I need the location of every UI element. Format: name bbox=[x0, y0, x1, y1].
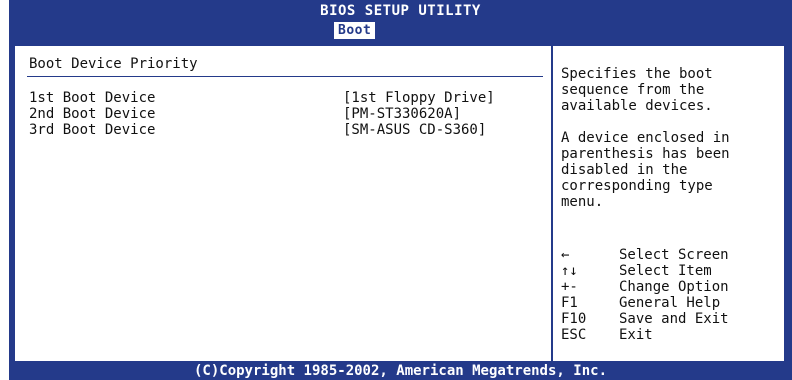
key-action: Save and Exit bbox=[619, 311, 729, 327]
key-select-item: ↑↓ Select Item bbox=[561, 263, 781, 279]
key-exit: ESC Exit bbox=[561, 327, 781, 343]
boot-device-label: 3rd Boot Device bbox=[29, 122, 156, 138]
main-panel: Boot Device Priority 1st Boot Device [1s… bbox=[13, 44, 786, 363]
key-action: Select Item bbox=[619, 263, 712, 279]
section-divider bbox=[27, 76, 543, 77]
key-label: F10 bbox=[561, 311, 587, 327]
boot-device-label: 2nd Boot Device bbox=[29, 106, 156, 122]
key-change-option: +- Change Option bbox=[561, 279, 781, 295]
section-title: Boot Device Priority bbox=[29, 56, 198, 72]
key-action: Change Option bbox=[619, 279, 729, 295]
copyright-footer: (C)Copyright 1985-2002, American Megatre… bbox=[9, 363, 792, 380]
key-label: ESC bbox=[561, 327, 587, 343]
arrow-up-down-icon: ↑↓ bbox=[561, 263, 578, 279]
boot-device-value[interactable]: [1st Floppy Drive] bbox=[343, 90, 495, 106]
boot-device-value[interactable]: [SM-ASUS CD-S360] bbox=[343, 122, 486, 138]
help-panel: Specifies the boot sequence from the ava… bbox=[561, 66, 781, 226]
panel-divider bbox=[551, 46, 553, 361]
tab-boot[interactable]: Boot bbox=[334, 22, 376, 39]
key-action: Select Screen bbox=[619, 247, 729, 263]
key-action: General Help bbox=[619, 295, 721, 311]
help-description: Specifies the boot sequence from the ava… bbox=[561, 66, 713, 114]
boot-device-row-3[interactable]: 3rd Boot Device [SM-ASUS CD-S360] bbox=[29, 122, 539, 138]
arrow-left-icon: ← bbox=[561, 247, 570, 263]
boot-device-row-2[interactable]: 2nd Boot Device [PM-ST330620A] bbox=[29, 106, 539, 122]
title-bar: BIOS SETUP UTILITY Boot bbox=[9, 0, 792, 44]
bios-screen: BIOS SETUP UTILITY Boot Boot Device Prio… bbox=[9, 0, 792, 380]
boot-device-label: 1st Boot Device bbox=[29, 90, 156, 106]
key-general-help: F1 General Help bbox=[561, 295, 781, 311]
boot-device-list: 1st Boot Device [1st Floppy Drive] 2nd B… bbox=[29, 90, 539, 138]
key-action: Exit bbox=[619, 327, 653, 343]
boot-device-row-1[interactable]: 1st Boot Device [1st Floppy Drive] bbox=[29, 90, 539, 106]
boot-device-value[interactable]: [PM-ST330620A] bbox=[343, 106, 461, 122]
help-note: A device enclosed in parenthesis has bee… bbox=[561, 130, 730, 210]
key-legend: ← Select Screen ↑↓ Select Item +- Change… bbox=[561, 247, 781, 343]
key-label: +- bbox=[561, 279, 578, 295]
bios-title: BIOS SETUP UTILITY bbox=[320, 3, 481, 19]
key-select-screen: ← Select Screen bbox=[561, 247, 781, 263]
key-label: F1 bbox=[561, 295, 578, 311]
key-save-exit: F10 Save and Exit bbox=[561, 311, 781, 327]
